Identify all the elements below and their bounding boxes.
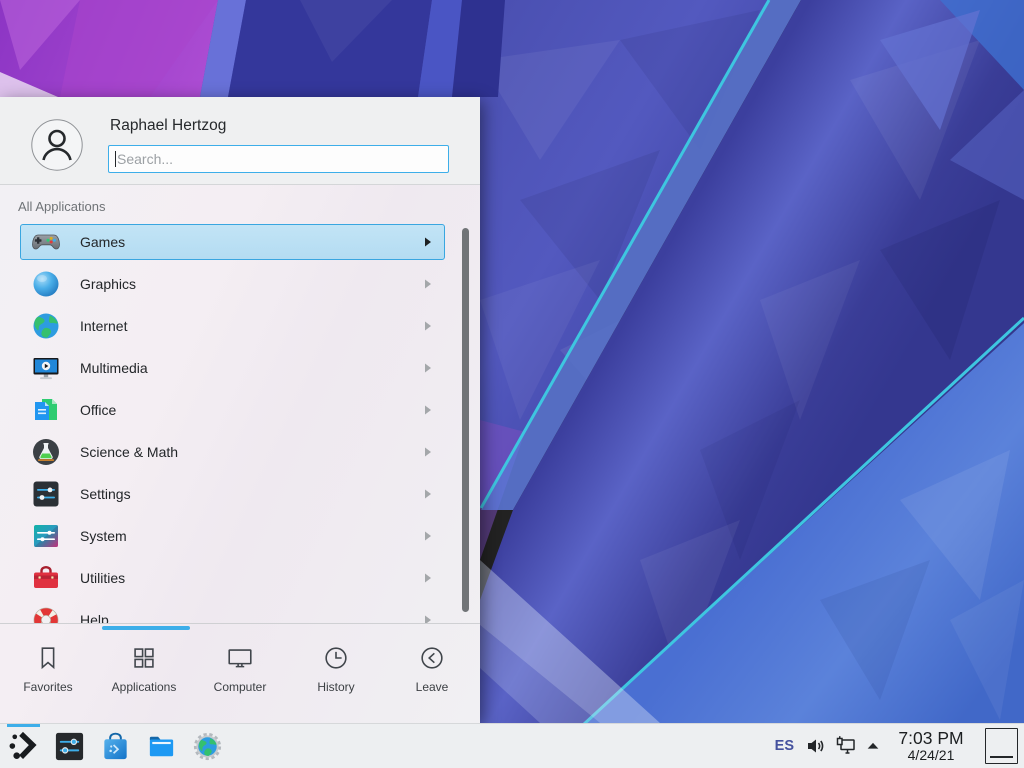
submenu-arrow-icon <box>424 573 432 583</box>
category-icon <box>30 352 62 384</box>
tray-expand-icon[interactable] <box>865 738 881 754</box>
category-label: Utilities <box>80 570 125 586</box>
category-item[interactable]: Office <box>20 392 445 428</box>
category-label: Help <box>80 612 109 623</box>
submenu-arrow-icon <box>424 363 432 373</box>
submenu-arrow-icon <box>424 531 432 541</box>
tab[interactable]: History <box>288 643 384 723</box>
taskbar-app-icon <box>145 730 178 763</box>
category-label: Office <box>80 402 116 418</box>
submenu-arrow-icon <box>424 615 432 623</box>
category-label: Settings <box>80 486 131 502</box>
category-icon <box>30 562 62 594</box>
taskbar-app-button-file-manager[interactable] <box>145 724 178 768</box>
taskbar-app-button-system-settings[interactable] <box>53 724 86 768</box>
submenu-arrow-icon <box>424 489 432 499</box>
category-label: Multimedia <box>80 360 148 376</box>
scrollbar-handle[interactable] <box>462 228 469 612</box>
category-item[interactable]: Games <box>20 224 445 260</box>
launcher-header: Raphael Hertzog <box>0 97 480 185</box>
category-icon <box>30 436 62 468</box>
volume-icon[interactable] <box>805 735 827 757</box>
tab[interactable]: Applications <box>96 643 192 723</box>
category-list: Games Graphics Internet Multimedia O <box>0 224 480 623</box>
category-item[interactable]: Multimedia <box>20 350 445 386</box>
taskbar-app-icon <box>191 730 224 763</box>
taskbar-app-button-discover[interactable] <box>99 724 132 768</box>
clock-time: 7:03 PM <box>891 729 971 747</box>
tab-label: Leave <box>416 680 449 694</box>
taskbar-app-button-application-launcher[interactable] <box>7 724 40 768</box>
show-desktop-button[interactable] <box>985 728 1018 764</box>
system-tray: ES 7:03 PM 4/24/21 <box>775 724 1024 768</box>
category-icon <box>30 310 62 342</box>
submenu-arrow-icon <box>424 279 432 289</box>
taskbar-app-icon <box>7 730 40 763</box>
section-label: All Applications <box>18 199 105 214</box>
application-launcher-menu: Raphael Hertzog All Applications Games G… <box>0 97 480 723</box>
tab[interactable]: Favorites <box>0 643 96 723</box>
submenu-arrow-icon <box>424 321 432 331</box>
category-item[interactable]: Utilities <box>20 560 445 596</box>
search-input[interactable] <box>108 145 449 173</box>
category-icon <box>30 604 62 623</box>
tab-label: Computer <box>214 680 267 694</box>
network-icon[interactable] <box>835 735 857 757</box>
user-name: Raphael Hertzog <box>110 117 226 135</box>
taskbar-app-icon <box>53 730 86 763</box>
launcher-footer: Favorites Applications Computer History … <box>0 623 480 723</box>
tab-icon <box>129 643 159 673</box>
category-label: Science & Math <box>80 444 178 460</box>
category-label: Graphics <box>80 276 136 292</box>
category-item[interactable]: System <box>20 518 445 554</box>
category-label: Internet <box>80 318 127 334</box>
category-item[interactable]: Help <box>20 602 445 623</box>
submenu-arrow-icon <box>424 447 432 457</box>
digital-clock[interactable]: 7:03 PM 4/24/21 <box>891 729 971 763</box>
tab-icon <box>417 643 447 673</box>
tab-label: Favorites <box>23 680 72 694</box>
active-tab-indicator <box>102 626 190 630</box>
clock-date: 4/24/21 <box>891 748 971 763</box>
category-item[interactable]: Graphics <box>20 266 445 302</box>
user-avatar-icon[interactable] <box>31 119 83 171</box>
tab[interactable]: Computer <box>192 643 288 723</box>
category-icon <box>30 520 62 552</box>
tab-icon <box>321 643 351 673</box>
category-icon <box>30 478 62 510</box>
category-icon <box>30 394 62 426</box>
tab-icon <box>225 643 255 673</box>
category-item[interactable]: Settings <box>20 476 445 512</box>
tab-icon <box>33 643 63 673</box>
category-item[interactable]: Internet <box>20 308 445 344</box>
category-icon <box>30 268 62 300</box>
taskbar: ES 7:03 PM 4/24/21 <box>0 723 1024 768</box>
category-icon <box>30 226 62 258</box>
taskbar-app-button-web-browser[interactable] <box>191 724 224 768</box>
tab-bar: Favorites Applications Computer History … <box>0 624 480 723</box>
tab-label: History <box>317 680 354 694</box>
submenu-arrow-icon <box>424 405 432 415</box>
tab-label: Applications <box>112 680 177 694</box>
taskbar-app-icon <box>99 730 132 763</box>
category-label: Games <box>80 234 125 250</box>
category-item[interactable]: Science & Math <box>20 434 445 470</box>
text-caret <box>115 151 116 167</box>
category-label: System <box>80 528 127 544</box>
desktop: Raphael Hertzog All Applications Games G… <box>0 0 1024 768</box>
keyboard-layout-indicator[interactable]: ES <box>775 738 794 754</box>
taskbar-app-icons <box>7 724 224 768</box>
submenu-arrow-icon <box>424 237 432 247</box>
tab[interactable]: Leave <box>384 643 480 723</box>
